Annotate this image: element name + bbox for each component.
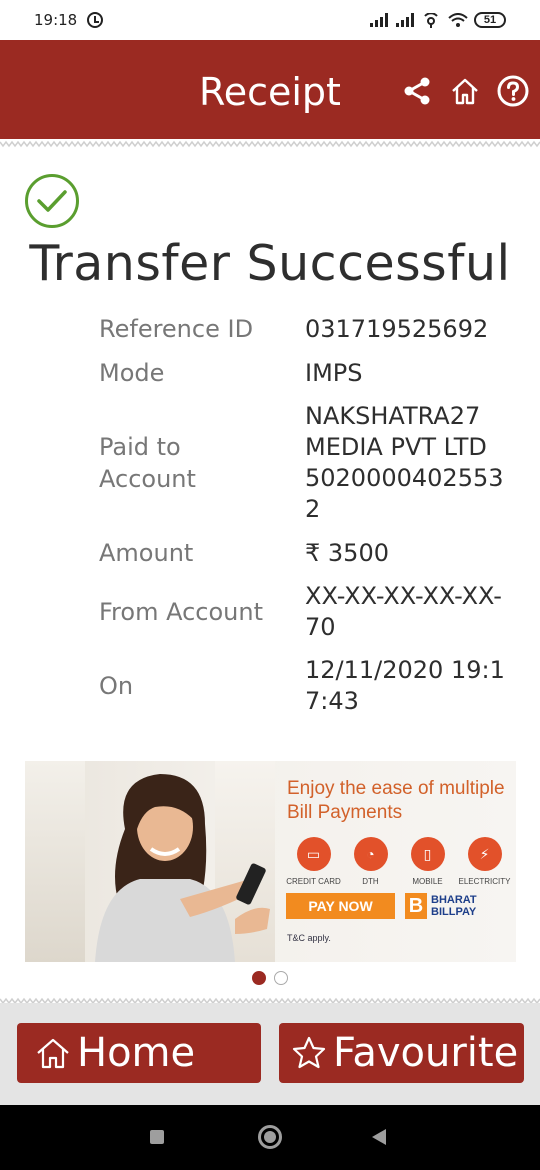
carousel-dot[interactable] xyxy=(274,971,288,985)
detail-row-amount: Amount ₹ 3500 xyxy=(99,537,519,569)
detail-row-reference: Reference ID 031719525692 xyxy=(99,313,519,345)
pay-now-button[interactable]: PAY NOW xyxy=(286,893,395,919)
success-check-icon xyxy=(25,174,79,228)
battery-level: 51 xyxy=(483,14,497,26)
satellite-dish-icon: ◔ xyxy=(353,837,388,871)
status-indicators: 51 xyxy=(370,12,506,28)
success-title: Transfer Successful xyxy=(29,235,511,292)
status-bar: 19:18 51 xyxy=(0,0,540,40)
receipt-edge-top xyxy=(0,140,540,148)
transaction-details: Reference ID 031719525692 Mode IMPS Paid… xyxy=(99,313,519,750)
home-icon[interactable] xyxy=(448,74,482,108)
credit-card-icon: ▭ xyxy=(296,837,331,871)
brand-line: BHARAT xyxy=(431,894,477,906)
detail-row-from-account: From Account XX-XX-XX-XX-XX-70 xyxy=(99,581,519,643)
detail-label: Mode xyxy=(99,359,165,387)
app-header: Receipt xyxy=(0,40,540,139)
dth-category: ◔ DTH xyxy=(342,837,399,886)
home-icon xyxy=(37,1038,69,1069)
detail-label: Amount xyxy=(99,539,194,567)
recents-icon[interactable] xyxy=(150,1130,164,1144)
detail-row-mode: Mode IMPS xyxy=(99,357,519,389)
promo-banner[interactable]: Enjoy the ease of multiple Bill Payments… xyxy=(25,761,516,962)
home-button-label: Home xyxy=(77,1030,196,1076)
header-actions xyxy=(400,74,530,108)
lightning-icon: ⚡ xyxy=(467,837,502,871)
share-icon[interactable] xyxy=(400,74,434,108)
signal-icon-2 xyxy=(396,13,414,27)
banner-background xyxy=(25,761,85,962)
detail-label: From Account xyxy=(99,598,263,626)
category-label: MOBILE xyxy=(412,877,443,886)
credit-card-category: ▭ CREDIT CARD xyxy=(285,837,342,886)
favourite-button[interactable]: Favourite xyxy=(279,1023,524,1083)
signal-icon xyxy=(370,13,388,27)
bharat-billpay-wordmark: BHARAT BILLPAY xyxy=(431,894,477,918)
category-label: CREDIT CARD xyxy=(286,877,341,886)
status-time: 19:18 xyxy=(34,11,78,29)
alarm-icon xyxy=(87,12,104,28)
electricity-category: ⚡ ELECTRICITY xyxy=(456,837,513,886)
detail-label: Paid to Account xyxy=(99,433,196,493)
woman-with-phone-image xyxy=(95,774,270,962)
detail-label: On xyxy=(99,672,134,700)
category-label: ELECTRICITY xyxy=(458,877,511,886)
carousel-indicator xyxy=(0,971,540,985)
detail-value: IMPS xyxy=(305,358,363,387)
action-bar: Home Favourite xyxy=(0,1003,540,1105)
bharat-billpay-logo: B BHARAT BILLPAY xyxy=(405,893,477,919)
detail-row-paid-to: Paid to Account NAKSHATRA27 MEDIA PVT LT… xyxy=(99,401,519,525)
back-icon[interactable] xyxy=(372,1129,386,1145)
bill-categories: ▭ CREDIT CARD ◔ DTH ▯ MOBILE ⚡ ELECTRICI… xyxy=(285,837,515,886)
banner-headline: Enjoy the ease of multiple Bill Payments xyxy=(287,778,505,823)
system-nav-bar xyxy=(0,1105,540,1170)
detail-row-on: On 12/11/2020 19:17:43 xyxy=(99,655,519,717)
star-icon xyxy=(292,1036,326,1069)
detail-label: Reference ID xyxy=(99,315,254,343)
detail-value: NAKSHATRA27 MEDIA PVT LTD 50200004025532 xyxy=(305,402,504,523)
brand-line: BILLPAY xyxy=(431,906,477,918)
hotspot-icon xyxy=(422,13,440,28)
carousel-dot-active[interactable] xyxy=(252,971,266,985)
home-button[interactable]: Home xyxy=(17,1023,261,1083)
favourite-button-label: Favourite xyxy=(333,1030,519,1076)
wifi-icon xyxy=(448,13,468,27)
mobile-category: ▯ MOBILE xyxy=(399,837,456,886)
detail-value: 12/11/2020 19:17:43 xyxy=(305,656,505,715)
bharat-billpay-letter: B xyxy=(405,893,427,919)
terms-note: T&C apply. xyxy=(287,933,331,943)
detail-value: ₹ 3500 xyxy=(305,538,389,567)
mobile-phone-icon: ▯ xyxy=(410,837,445,871)
home-nav-icon[interactable] xyxy=(258,1125,282,1149)
category-label: DTH xyxy=(362,877,379,886)
battery-icon: 51 xyxy=(474,12,506,28)
detail-value: XX-XX-XX-XX-XX-70 xyxy=(305,582,502,641)
detail-value: 031719525692 xyxy=(305,314,489,343)
help-icon[interactable] xyxy=(496,74,530,108)
